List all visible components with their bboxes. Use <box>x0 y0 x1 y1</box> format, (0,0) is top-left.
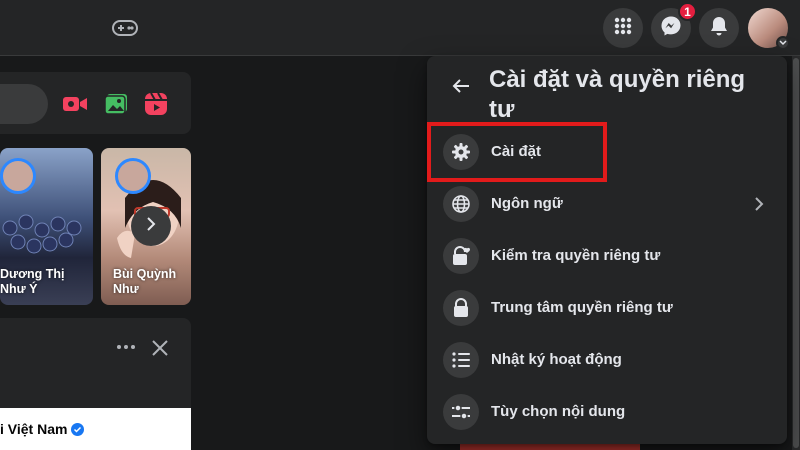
notification-badge: 1 <box>678 2 697 21</box>
page-name[interactable]: i Việt Nam <box>0 421 85 437</box>
menu-item-label: Kiểm tra quyền riêng tư <box>491 247 661 264</box>
messenger-button[interactable]: 1 <box>651 2 697 48</box>
menu-grid-icon <box>613 16 633 41</box>
chevron-down-icon <box>776 36 790 50</box>
story-avatar <box>0 158 36 194</box>
menu-item-label: Ngôn ngữ <box>491 195 563 212</box>
notifications-button[interactable] <box>699 8 739 48</box>
menu-grid-button[interactable] <box>603 8 643 48</box>
verified-badge-icon <box>71 422 85 436</box>
chevron-right-icon <box>145 216 157 237</box>
menu-item-privacy-center[interactable]: Trung tâm quyền riêng tư <box>435 282 779 334</box>
story-author-name: Bùi Quỳnh Như <box>113 267 177 296</box>
post-composer <box>0 72 191 134</box>
stories-next-button[interactable] <box>131 206 171 246</box>
menu-item-label: Tùy chọn nội dung <box>491 403 626 420</box>
menu-title: Cài đặt và quyền riêng tư <box>489 66 746 123</box>
scrollbar-thumb[interactable] <box>793 58 799 448</box>
top-navigation-bar: 1 <box>0 0 800 56</box>
bell-icon <box>709 15 729 42</box>
story-card[interactable]: Dương Thị Như Ý <box>0 148 93 305</box>
composer-input[interactable] <box>0 84 48 124</box>
page-name-text[interactable]: i Việt Nam <box>0 421 67 437</box>
highlight-box <box>427 122 607 182</box>
gamepad-icon[interactable] <box>112 16 138 40</box>
back-arrow-icon[interactable] <box>447 72 475 100</box>
background-content <box>460 444 640 450</box>
lock-icon <box>443 290 479 326</box>
chevron-right-icon <box>749 194 769 214</box>
story-avatar <box>115 158 151 194</box>
close-icon[interactable] <box>150 338 170 358</box>
page-scrollbar[interactable] <box>792 56 800 450</box>
menu-item-privacy-checkup[interactable]: Kiểm tra quyền riêng tư <box>435 230 779 282</box>
menu-item-language[interactable]: Ngôn ngữ <box>435 178 779 230</box>
settings-privacy-menu: Cài đặt và quyền riêng tư Cài đặt Ngôn n… <box>427 56 787 444</box>
list-icon <box>443 342 479 378</box>
more-options-icon[interactable] <box>116 340 136 354</box>
reels-icon[interactable] <box>143 92 169 116</box>
sliders-icon <box>443 394 479 430</box>
globe-icon <box>443 186 479 222</box>
photo-icon[interactable] <box>103 92 129 116</box>
menu-item-label: Nhật ký hoạt động <box>491 351 622 368</box>
menu-item-label: Trung tâm quyền riêng tư <box>491 299 673 316</box>
menu-item-activity-log[interactable]: Nhật ký hoạt động <box>435 334 779 386</box>
messenger-icon <box>660 15 682 42</box>
story-author-name: Dương Thị Như Ý <box>0 267 65 296</box>
live-video-icon[interactable] <box>62 92 88 116</box>
account-avatar[interactable] <box>748 8 790 50</box>
menu-item-content-preferences[interactable]: Tùy chọn nội dung <box>435 386 779 438</box>
lock-heart-icon <box>443 238 479 274</box>
